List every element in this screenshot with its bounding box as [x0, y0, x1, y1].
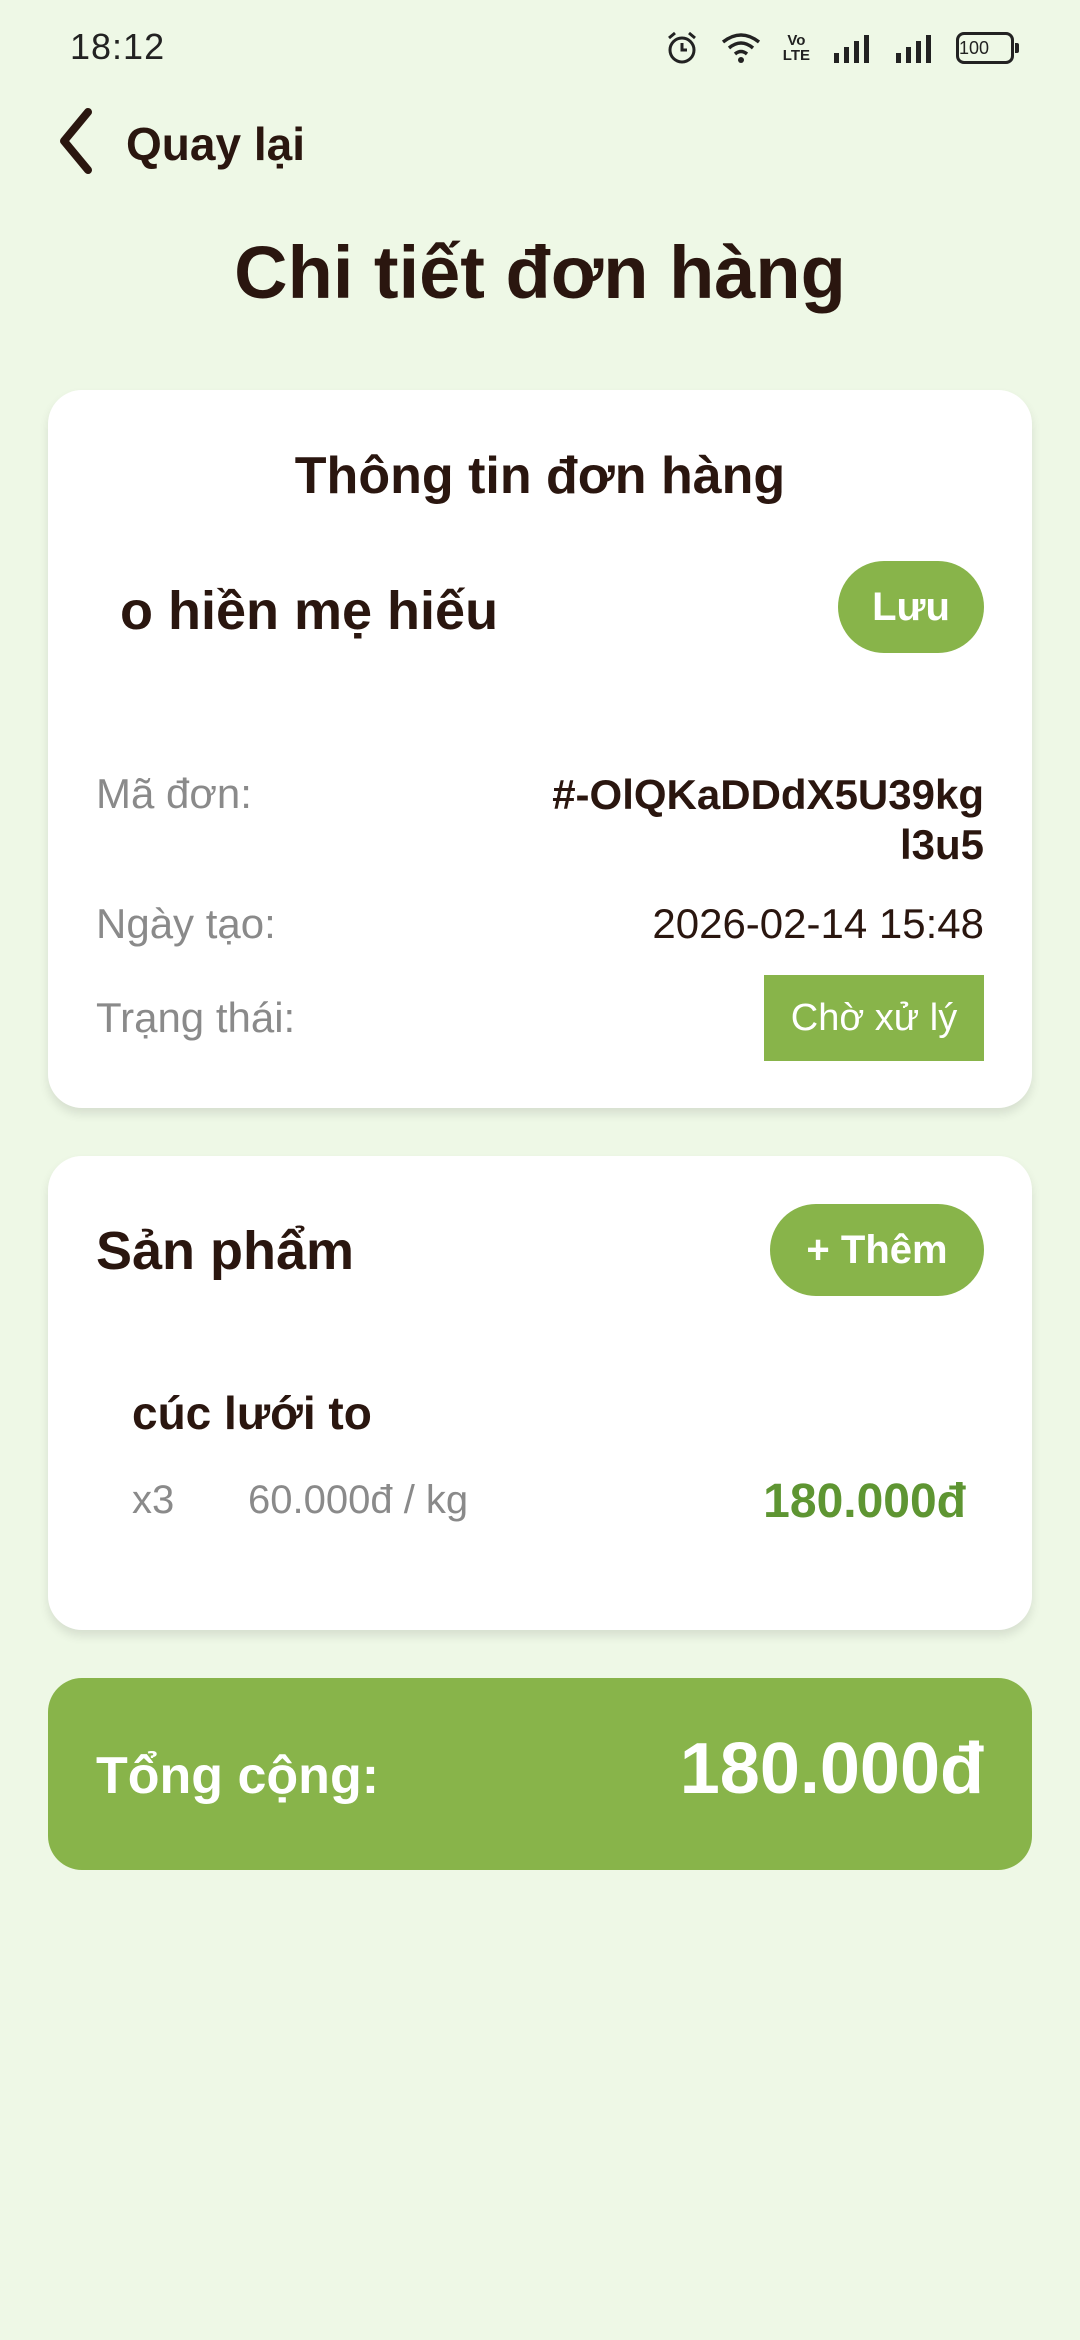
save-button[interactable]: Lưu — [838, 561, 984, 653]
total-value: 180.000đ — [679, 1729, 984, 1809]
signal-icon — [832, 33, 872, 63]
order-code-value: #-OlQKaDDdX5U39kgl3u5 — [552, 771, 984, 868]
total-label: Tổng cộng: — [96, 1747, 380, 1805]
products-heading: Sản phẩm — [96, 1221, 355, 1281]
page-title: Chi tiết đơn hàng — [234, 231, 846, 314]
created-date-label: Ngày tạo: — [96, 900, 276, 947]
status-label: Trạng thái: — [96, 994, 296, 1041]
product-line-total: 180.000đ — [763, 1475, 966, 1528]
wifi-icon — [721, 32, 761, 64]
product-name: cúc lưới to — [132, 1387, 372, 1439]
add-product-button[interactable]: + Thêm — [770, 1204, 984, 1296]
volte-bottom-text: LTE — [782, 47, 810, 64]
customer-name: o hiền mẹ hiếu — [120, 581, 499, 641]
order-info-heading: Thông tin đơn hàng — [294, 447, 786, 505]
created-date-value: 2026-02-14 15:48 — [652, 900, 984, 947]
back-label: Quay lại — [126, 117, 305, 170]
status-time: 18:12 — [70, 26, 166, 67]
volte-top-text: Vo — [787, 32, 806, 49]
list-item[interactable]: cúc lưới to x3 60.000đ / kg 180.000đ — [132, 1386, 994, 1566]
products-card: Sản phẩm + Thêm cúc lưới to x3 60.000đ /… — [48, 1156, 1032, 1630]
volte-icon: Vo LTE — [783, 33, 810, 63]
order-code-label: Mã đơn: — [96, 770, 252, 817]
back-button[interactable]: Quay lại — [56, 106, 305, 181]
total-bar: Tổng cộng: 180.000đ — [48, 1678, 1032, 1870]
order-info-card: Thông tin đơn hàng o hiền mẹ hiếu Lưu Mã… — [48, 390, 1032, 1108]
alarm-icon — [665, 30, 699, 66]
product-quantity: x3 — [132, 1478, 175, 1522]
battery-icon: 100 — [956, 32, 1019, 64]
product-unit-price: 60.000đ / kg — [248, 1478, 469, 1522]
signal-icon — [894, 33, 934, 63]
status-bar: 18:12 Vo LTE 100 — [0, 0, 1080, 96]
status-icons: Vo LTE 100 — [665, 30, 1019, 66]
status-badge[interactable]: Chờ xử lý — [764, 975, 984, 1061]
chevron-left-icon — [56, 106, 96, 181]
